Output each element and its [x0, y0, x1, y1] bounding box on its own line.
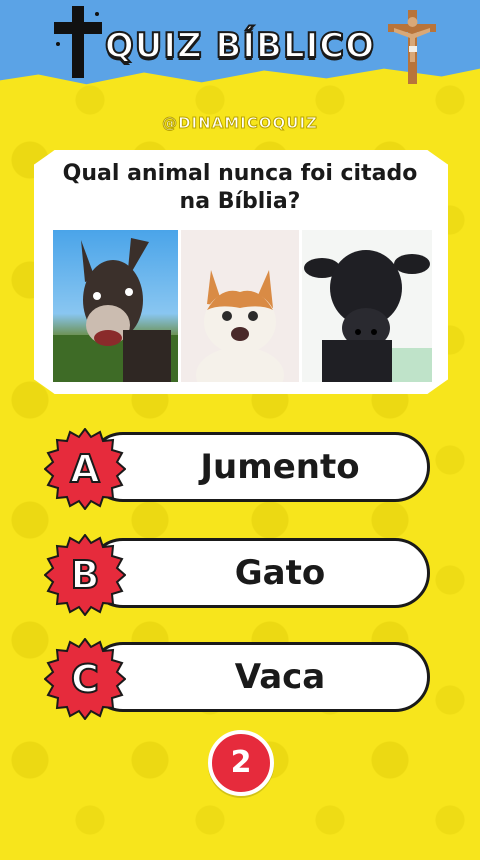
answer-option-a[interactable]: A Jumento [44, 428, 430, 510]
answer-letter: C [70, 656, 100, 702]
answer-option-c[interactable]: C Vaca [44, 638, 430, 720]
answer-label: Gato [234, 553, 326, 593]
answer-letter: B [70, 552, 101, 598]
crucifix-icon [388, 10, 436, 84]
countdown-timer: 2 [208, 730, 274, 796]
channel-handle: @DINAMICOQUIZ [162, 114, 318, 133]
answer-option-b[interactable]: B Gato [44, 534, 430, 616]
question-text: Qual animal nunca foi citado na Bíblia? [62, 161, 418, 214]
answer-label: Jumento [200, 447, 360, 487]
answer-label: Vaca [234, 657, 326, 697]
donkey-photo [53, 230, 178, 382]
cow-photo [302, 230, 432, 382]
cat-photo [181, 230, 299, 382]
answer-letter: A [69, 446, 100, 492]
